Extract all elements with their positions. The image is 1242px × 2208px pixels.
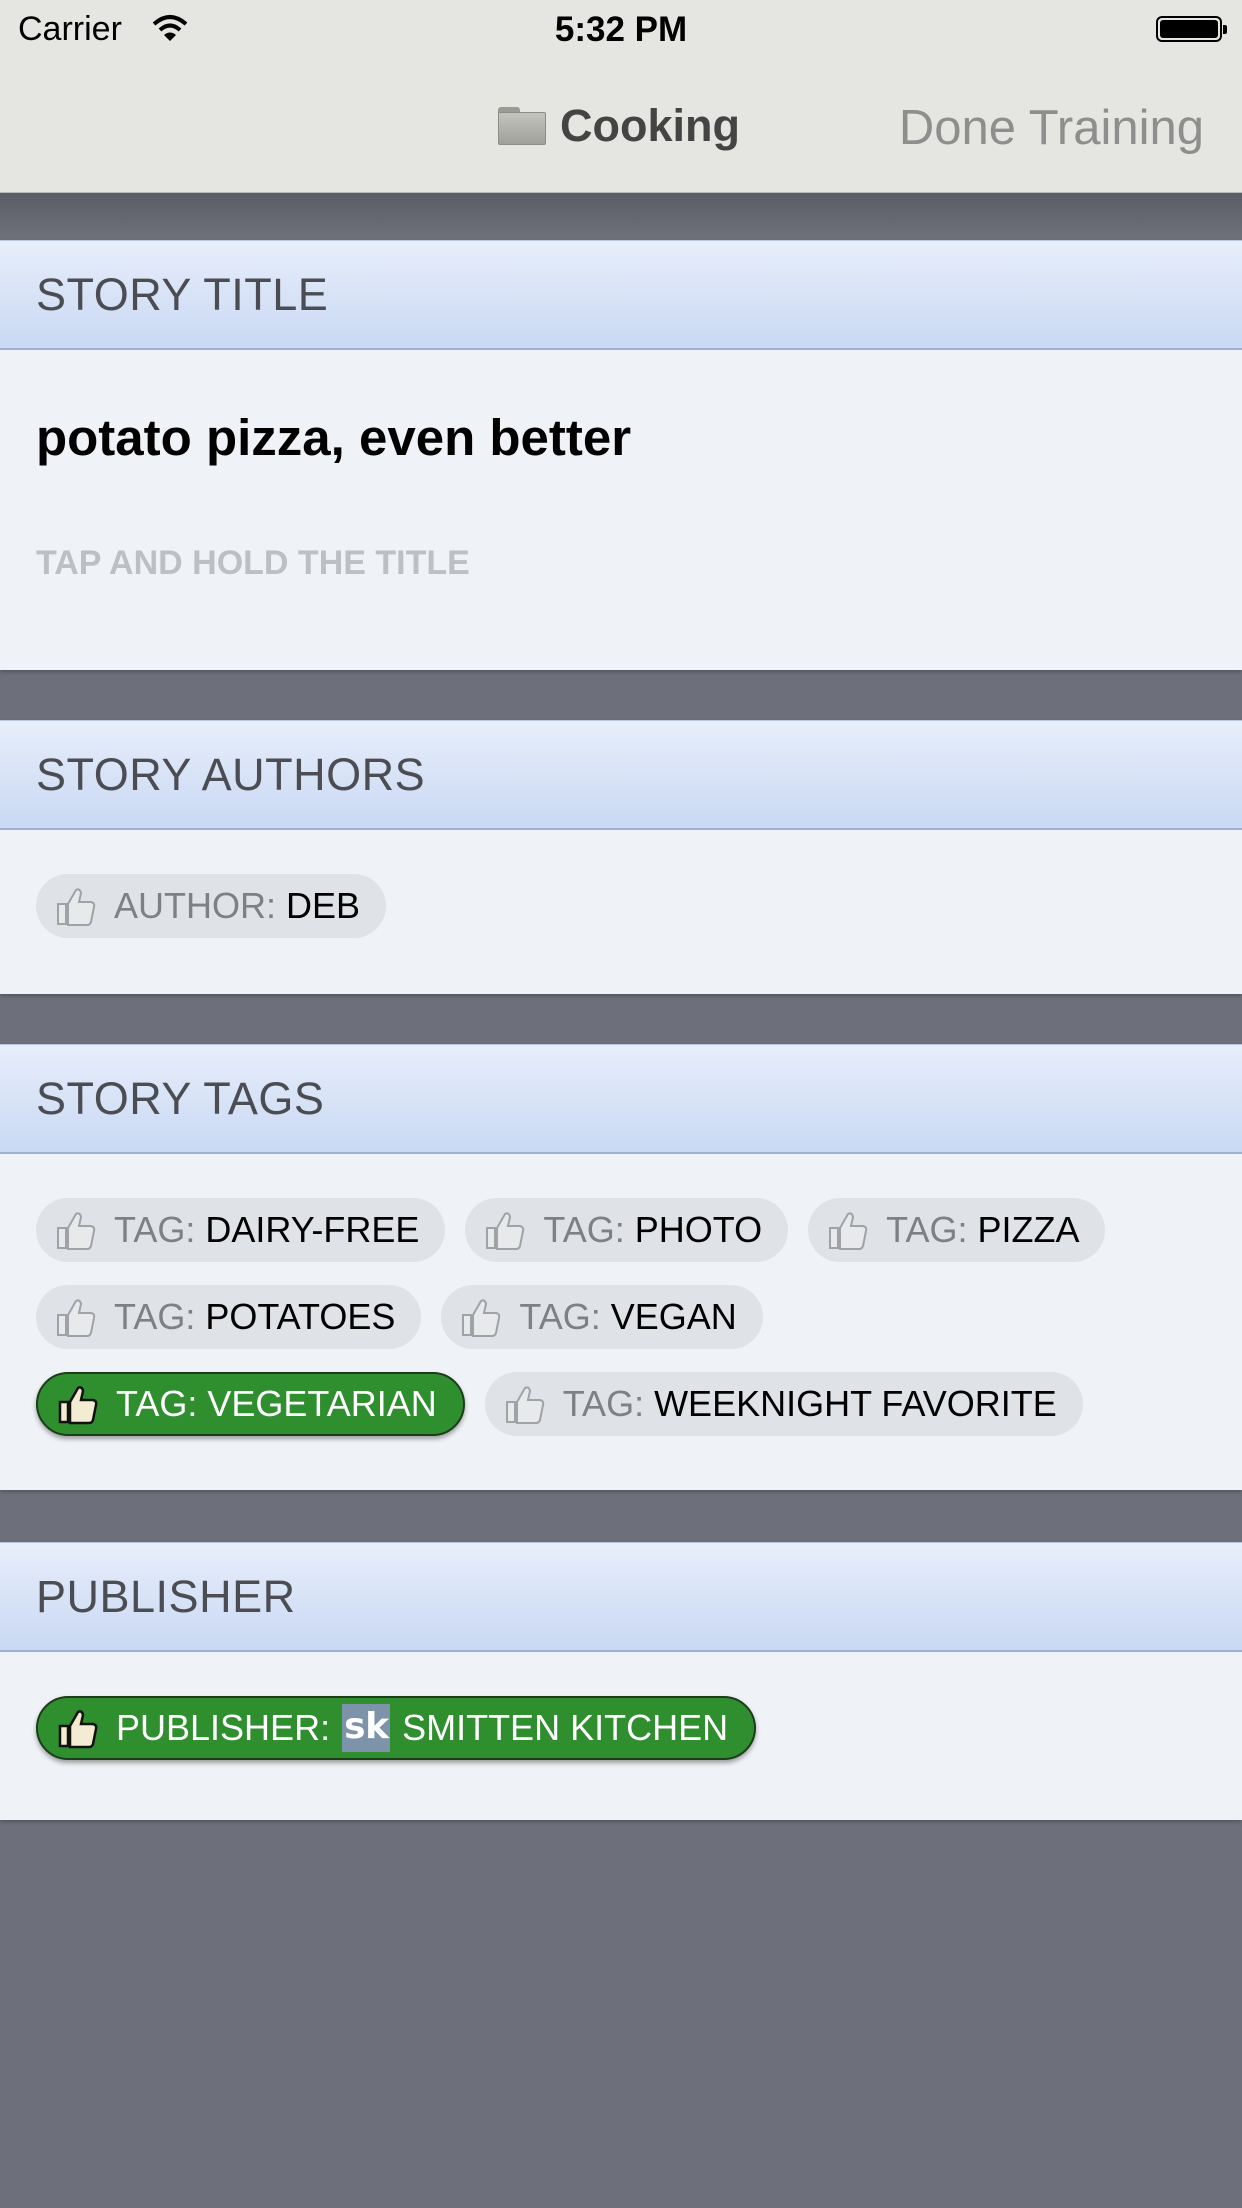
thumbs-up-icon (56, 1706, 100, 1750)
tag-pill[interactable]: TAG: WEEKNIGHT FAVORITE (484, 1372, 1083, 1436)
tag-pill-liked[interactable]: TAG: VEGETARIAN (36, 1372, 465, 1436)
clock: 5:32 PM (554, 10, 688, 49)
nav-title: Cooking (498, 100, 740, 152)
status-bar: Carrier 5:32 PM (0, 0, 1242, 60)
tag-pill[interactable]: TAG: PIZZA (808, 1198, 1106, 1262)
thumbs-up-icon (826, 1208, 870, 1252)
thumbs-up-icon (483, 1208, 527, 1252)
tag-pill[interactable]: TAG: VEGAN (441, 1285, 763, 1349)
tag-pill[interactable]: TAG: DAIRY-FREE (36, 1198, 446, 1262)
thumbs-up-icon (503, 1382, 547, 1426)
story-title[interactable]: potato pizza, even better (36, 350, 1206, 508)
publisher-section: PUBLISHER PUBLISHER: sk SMITTEN KITCHEN (0, 1542, 1242, 1820)
story-tags-section: STORY TAGS TAG: DAIRY-FREE TAG: PHOTO TA… (0, 1044, 1242, 1490)
section-header: PUBLISHER (0, 1542, 1242, 1652)
battery-icon (1156, 16, 1227, 42)
section-header: STORY AUTHORS (0, 720, 1242, 830)
section-header: STORY TAGS (0, 1044, 1242, 1154)
thumbs-up-icon (54, 1208, 98, 1252)
thumbs-up-icon (54, 1295, 98, 1339)
navigation-bar: Cooking Done Training (0, 60, 1242, 193)
folder-icon (498, 107, 546, 145)
tag-pill[interactable]: TAG: PHOTO (465, 1198, 789, 1262)
author-pill[interactable]: AUTHOR: DEB (36, 874, 387, 938)
smitten-kitchen-favicon-icon: sk (342, 1704, 391, 1752)
publisher-pill-liked[interactable]: PUBLISHER: sk SMITTEN KITCHEN (36, 1696, 757, 1760)
done-training-button[interactable]: Done Training (899, 100, 1204, 156)
story-title-section: STORY TITLE potato pizza, even better TA… (0, 240, 1242, 670)
section-header: STORY TITLE (0, 240, 1242, 350)
story-authors-section: STORY AUTHORS AUTHOR: DEB (0, 720, 1242, 994)
tag-pill[interactable]: TAG: POTATOES (36, 1285, 422, 1349)
thumbs-up-icon (56, 1382, 100, 1426)
backdrop-shadow (0, 193, 1242, 237)
thumbs-up-icon (459, 1295, 503, 1339)
tap-hold-hint: TAP AND HOLD THE TITLE (36, 544, 470, 582)
thumbs-up-icon (54, 884, 98, 928)
folder-name: Cooking (560, 100, 740, 151)
